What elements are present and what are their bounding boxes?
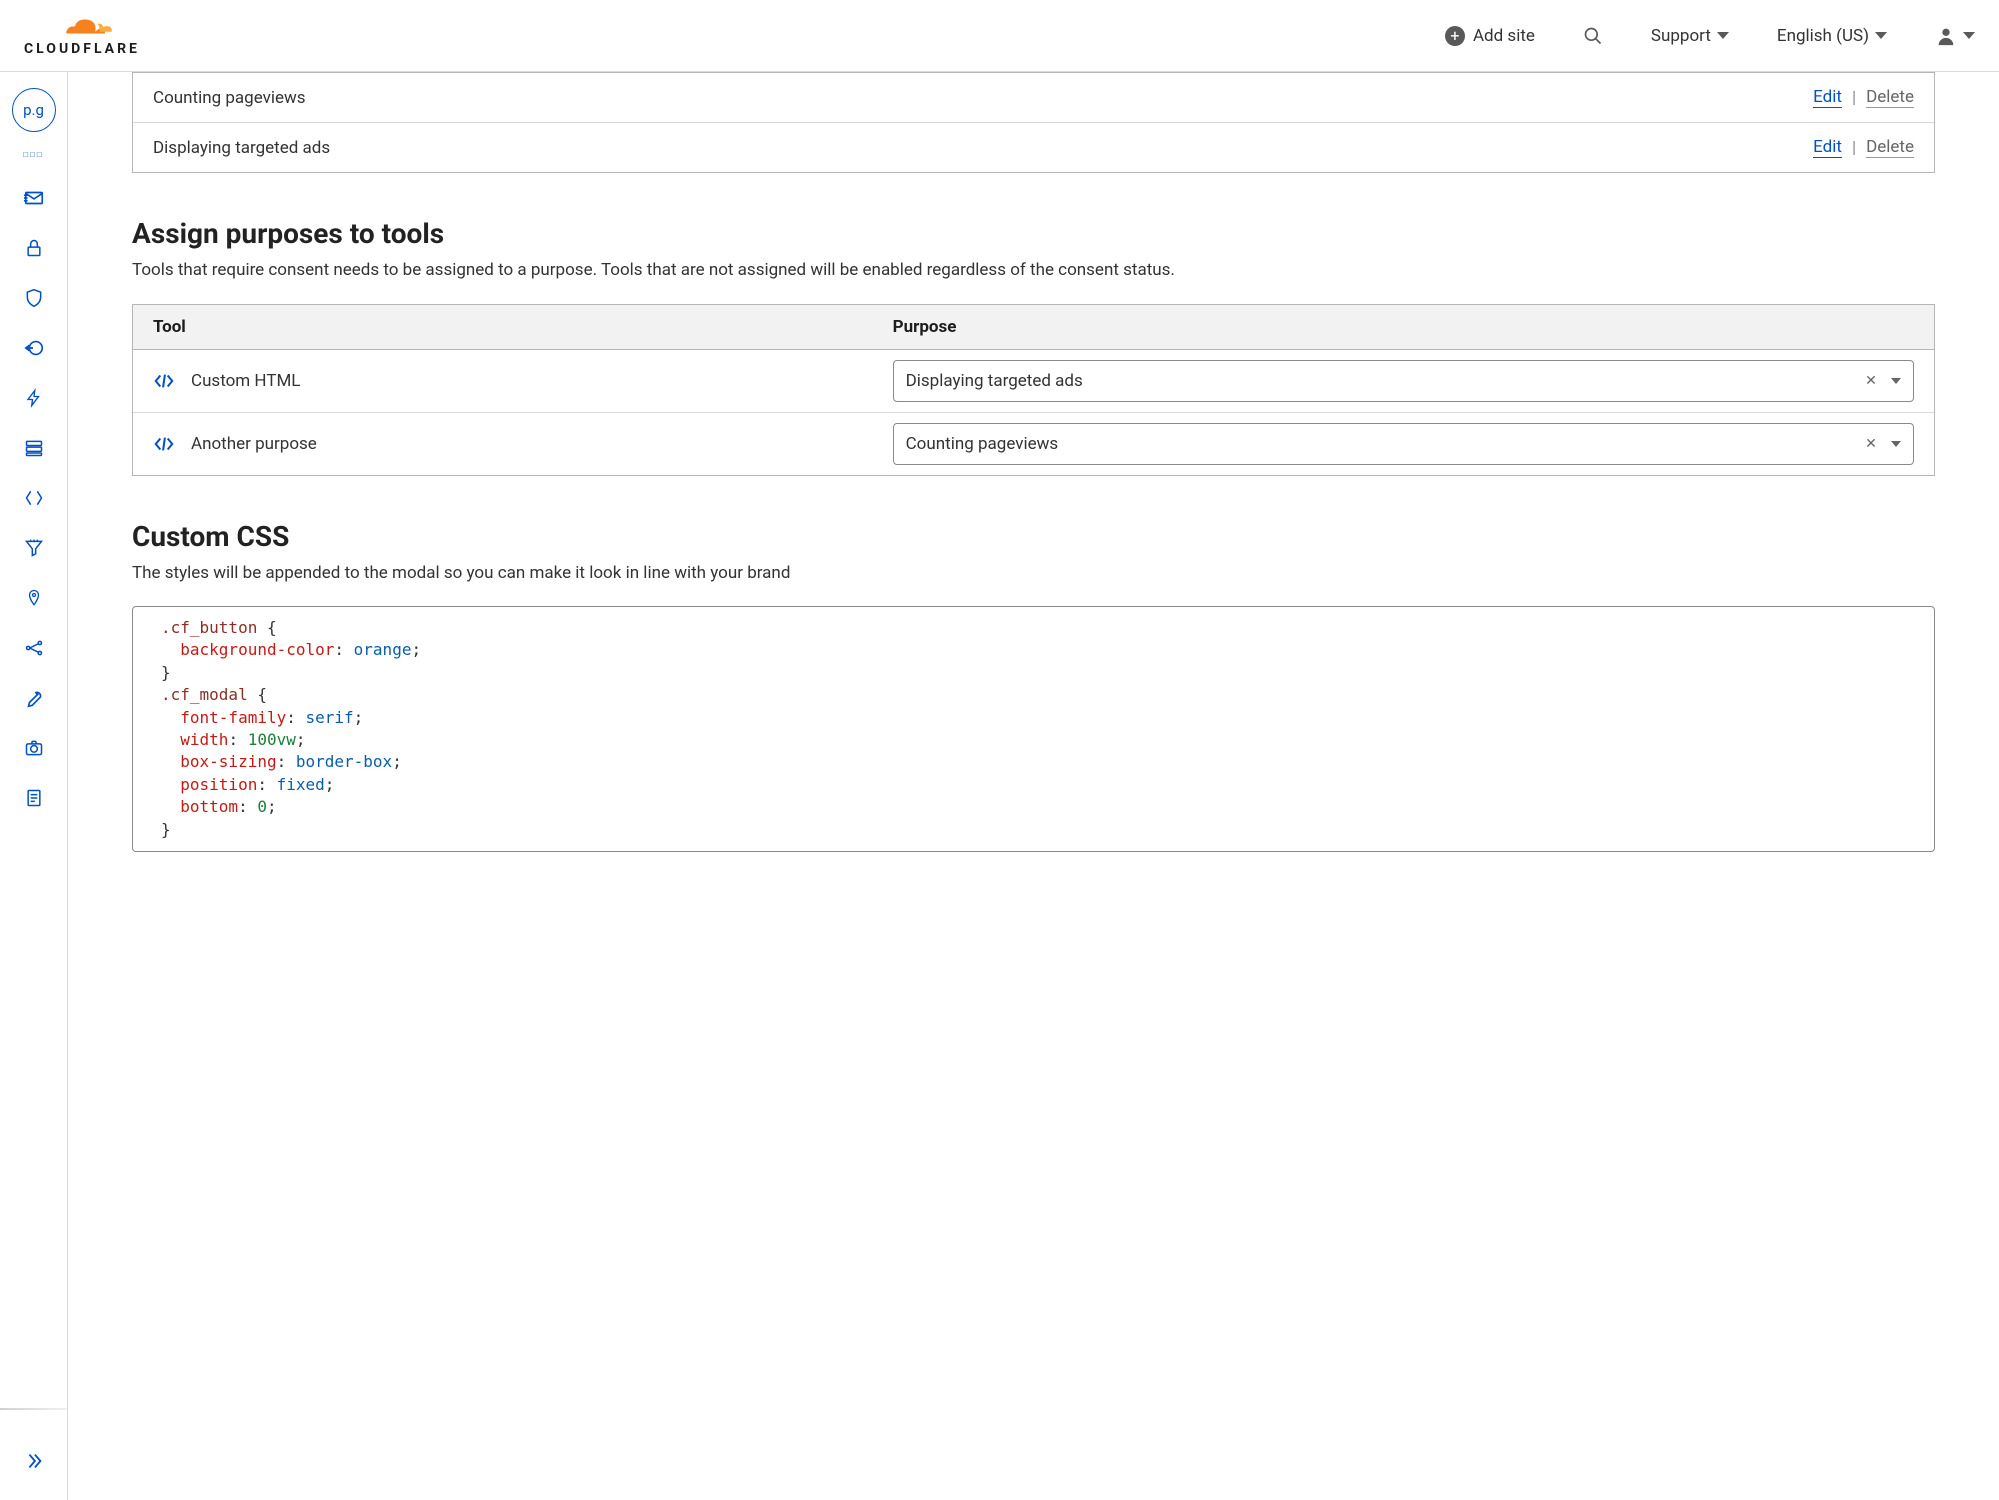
pin-icon[interactable] <box>23 587 45 609</box>
header: CLOUDFLARE + Add site Support English (U… <box>0 0 1999 72</box>
tool-row: Custom HTML Displaying targeted ads ✕ <box>133 350 1934 413</box>
network-icon[interactable] <box>23 637 45 659</box>
clear-icon[interactable]: ✕ <box>1863 373 1879 389</box>
email-icon[interactable] <box>23 187 45 209</box>
main-content: Counting pageviews Edit | Delete Display… <box>68 72 1999 1500</box>
lock-icon[interactable] <box>23 237 45 259</box>
css-section-title: Custom CSS <box>132 520 1935 553</box>
support-label: Support <box>1651 26 1711 46</box>
add-site-label: Add site <box>1473 26 1535 46</box>
separator: | <box>1852 138 1856 158</box>
code-brackets-icon[interactable] <box>23 487 45 509</box>
avatar-initials: p.g <box>23 101 44 119</box>
css-section-desc: The styles will be appended to the modal… <box>132 561 1935 587</box>
access-icon[interactable] <box>23 337 45 359</box>
cloud-icon <box>47 14 117 39</box>
chevron-down-icon <box>1891 378 1901 384</box>
user-icon <box>1935 25 1957 47</box>
clear-icon[interactable]: ✕ <box>1863 436 1879 452</box>
database-icon[interactable] <box>23 437 45 459</box>
shield-icon[interactable] <box>23 287 45 309</box>
account-dropdown[interactable] <box>1935 25 1975 47</box>
chevron-down-icon <box>1875 32 1887 39</box>
purpose-row: Counting pageviews Edit | Delete <box>133 73 1934 122</box>
delete-link[interactable]: Delete <box>1866 137 1914 158</box>
chevron-down-icon <box>1891 441 1901 447</box>
camera-icon[interactable] <box>23 737 45 759</box>
wrench-icon[interactable] <box>23 687 45 709</box>
purpose-row: Displaying targeted ads Edit | Delete <box>133 122 1934 172</box>
delete-link[interactable]: Delete <box>1866 87 1914 108</box>
purpose-select[interactable]: Displaying targeted ads ✕ <box>893 360 1914 402</box>
search-button[interactable] <box>1583 26 1603 46</box>
bolt-icon[interactable] <box>23 387 45 409</box>
language-dropdown[interactable]: English (US) <box>1777 26 1887 46</box>
plus-circle-icon: + <box>1445 26 1465 46</box>
tool-row: Another purpose Counting pageviews ✕ <box>133 413 1934 475</box>
logo-text: CLOUDFLARE <box>24 41 140 57</box>
purpose-select[interactable]: Counting pageviews ✕ <box>893 423 1914 465</box>
assign-section-desc: Tools that require consent needs to be a… <box>132 258 1935 284</box>
col-header-tool: Tool <box>153 317 893 337</box>
purpose-title: Displaying targeted ads <box>153 138 1813 158</box>
select-value: Displaying targeted ads <box>906 371 1855 391</box>
edit-link[interactable]: Edit <box>1813 137 1842 158</box>
code-icon <box>153 372 175 390</box>
separator: | <box>1852 88 1856 108</box>
tools-table: Tool Purpose Custom HTML Displaying targ… <box>132 304 1935 476</box>
sidebar: p.g □□□ <box>0 72 68 1500</box>
css-code-editor[interactable]: .cf_button { background-color: orange; }… <box>132 606 1935 852</box>
funnel-icon[interactable] <box>23 537 45 559</box>
tools-table-header: Tool Purpose <box>133 305 1934 350</box>
chevron-down-icon <box>1963 32 1975 39</box>
account-avatar[interactable]: p.g <box>12 88 56 132</box>
more-dots-icon[interactable]: □□□ <box>23 150 44 159</box>
language-label: English (US) <box>1777 26 1869 46</box>
document-icon[interactable] <box>23 787 45 809</box>
tool-name-label: Custom HTML <box>191 371 300 391</box>
select-value: Counting pageviews <box>906 434 1855 454</box>
purposes-table: Counting pageviews Edit | Delete Display… <box>132 72 1935 173</box>
chevron-down-icon <box>1717 32 1729 39</box>
add-site-button[interactable]: + Add site <box>1445 26 1535 46</box>
expand-sidebar-button[interactable] <box>23 1450 45 1472</box>
assign-section-title: Assign purposes to tools <box>132 217 1935 250</box>
sidebar-divider <box>0 1408 67 1410</box>
col-header-purpose: Purpose <box>893 317 1914 337</box>
purpose-title: Counting pageviews <box>153 88 1813 108</box>
edit-link[interactable]: Edit <box>1813 87 1842 108</box>
support-dropdown[interactable]: Support <box>1651 26 1729 46</box>
cloudflare-logo[interactable]: CLOUDFLARE <box>24 14 140 57</box>
code-icon <box>153 435 175 453</box>
tool-name-label: Another purpose <box>191 434 317 454</box>
